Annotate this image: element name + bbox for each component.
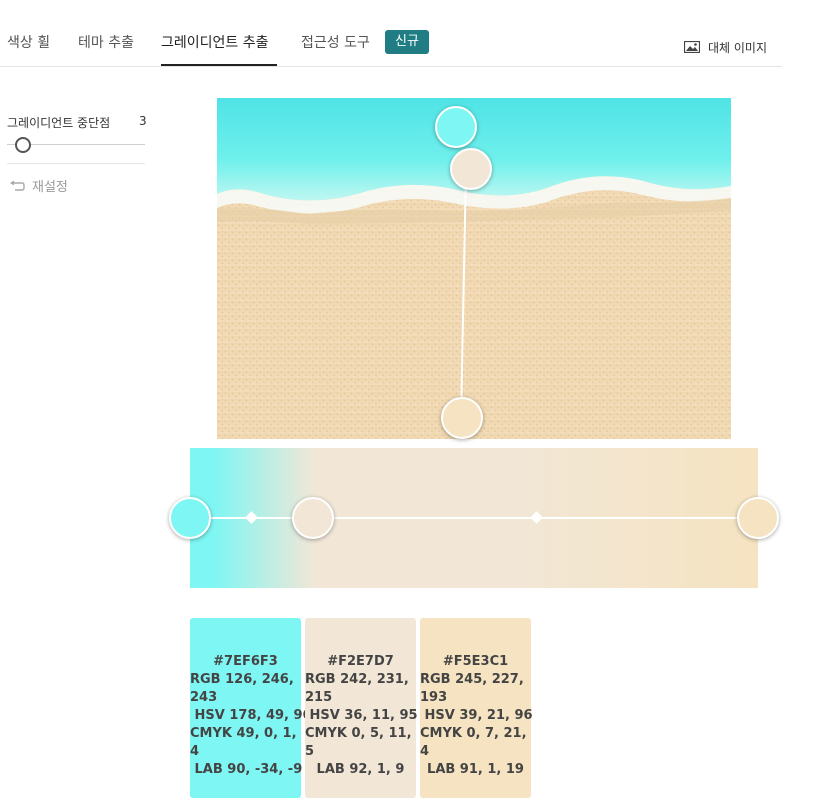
color-picker-aqua[interactable] [435, 106, 477, 148]
color-swatch-sand[interactable]: #F5E3C1 RGB 245, 227, 193 HSV 39, 21, 96… [420, 618, 533, 798]
swatch-lab: LAB 91, 1, 19 [427, 762, 524, 777]
swatch-hsv: HSV 39, 21, 96 [420, 708, 533, 723]
swatch-rgb-cont: 243 [190, 690, 218, 705]
swatch-hex: #7EF6F3 [213, 654, 278, 669]
swatch-rgb-cont: 215 [305, 690, 333, 705]
gradient-stop-light-sand[interactable] [292, 497, 334, 539]
swatch-hsv: HSV 178, 49, 96 [190, 708, 312, 723]
swatch-hsv: HSV 36, 11, 95 [305, 708, 418, 723]
swatch-rgb: RGB 245, 227, [420, 672, 524, 687]
swatch-lab: LAB 92, 1, 9 [316, 762, 405, 777]
color-picker-light-sand[interactable] [450, 148, 492, 190]
swatch-rgb-cont: 193 [420, 690, 448, 705]
swatch-cmyk: CMYK 0, 7, 21, [420, 726, 527, 741]
swatch-cmyk-cont: 4 [190, 744, 200, 759]
color-swatch-light-sand[interactable]: #F2E7D7 RGB 242, 231, 215 HSV 36, 11, 95… [305, 618, 418, 798]
swatch-cmyk-cont: 5 [305, 744, 315, 759]
gradient-stop-sand[interactable] [737, 497, 779, 539]
swatch-cmyk: CMYK 0, 5, 11, [305, 726, 412, 741]
gradient-stop-track [190, 517, 758, 519]
swatch-hex: #F2E7D7 [327, 654, 394, 669]
swatch-cmyk-cont: 4 [420, 744, 430, 759]
swatch-hex: #F5E3C1 [442, 654, 509, 669]
swatch-cmyk: CMYK 49, 0, 1, [190, 726, 297, 741]
gradient-stop-aqua[interactable] [169, 497, 211, 539]
color-picker-sand[interactable] [441, 397, 483, 439]
color-swatch-aqua[interactable]: #7EF6F3 RGB 126, 246, 243 HSV 178, 49, 9… [190, 618, 312, 798]
swatch-rgb: RGB 242, 231, [305, 672, 409, 687]
swatch-lab: LAB 90, -34, -9 [190, 762, 303, 777]
swatch-rgb: RGB 126, 246, [190, 672, 294, 687]
